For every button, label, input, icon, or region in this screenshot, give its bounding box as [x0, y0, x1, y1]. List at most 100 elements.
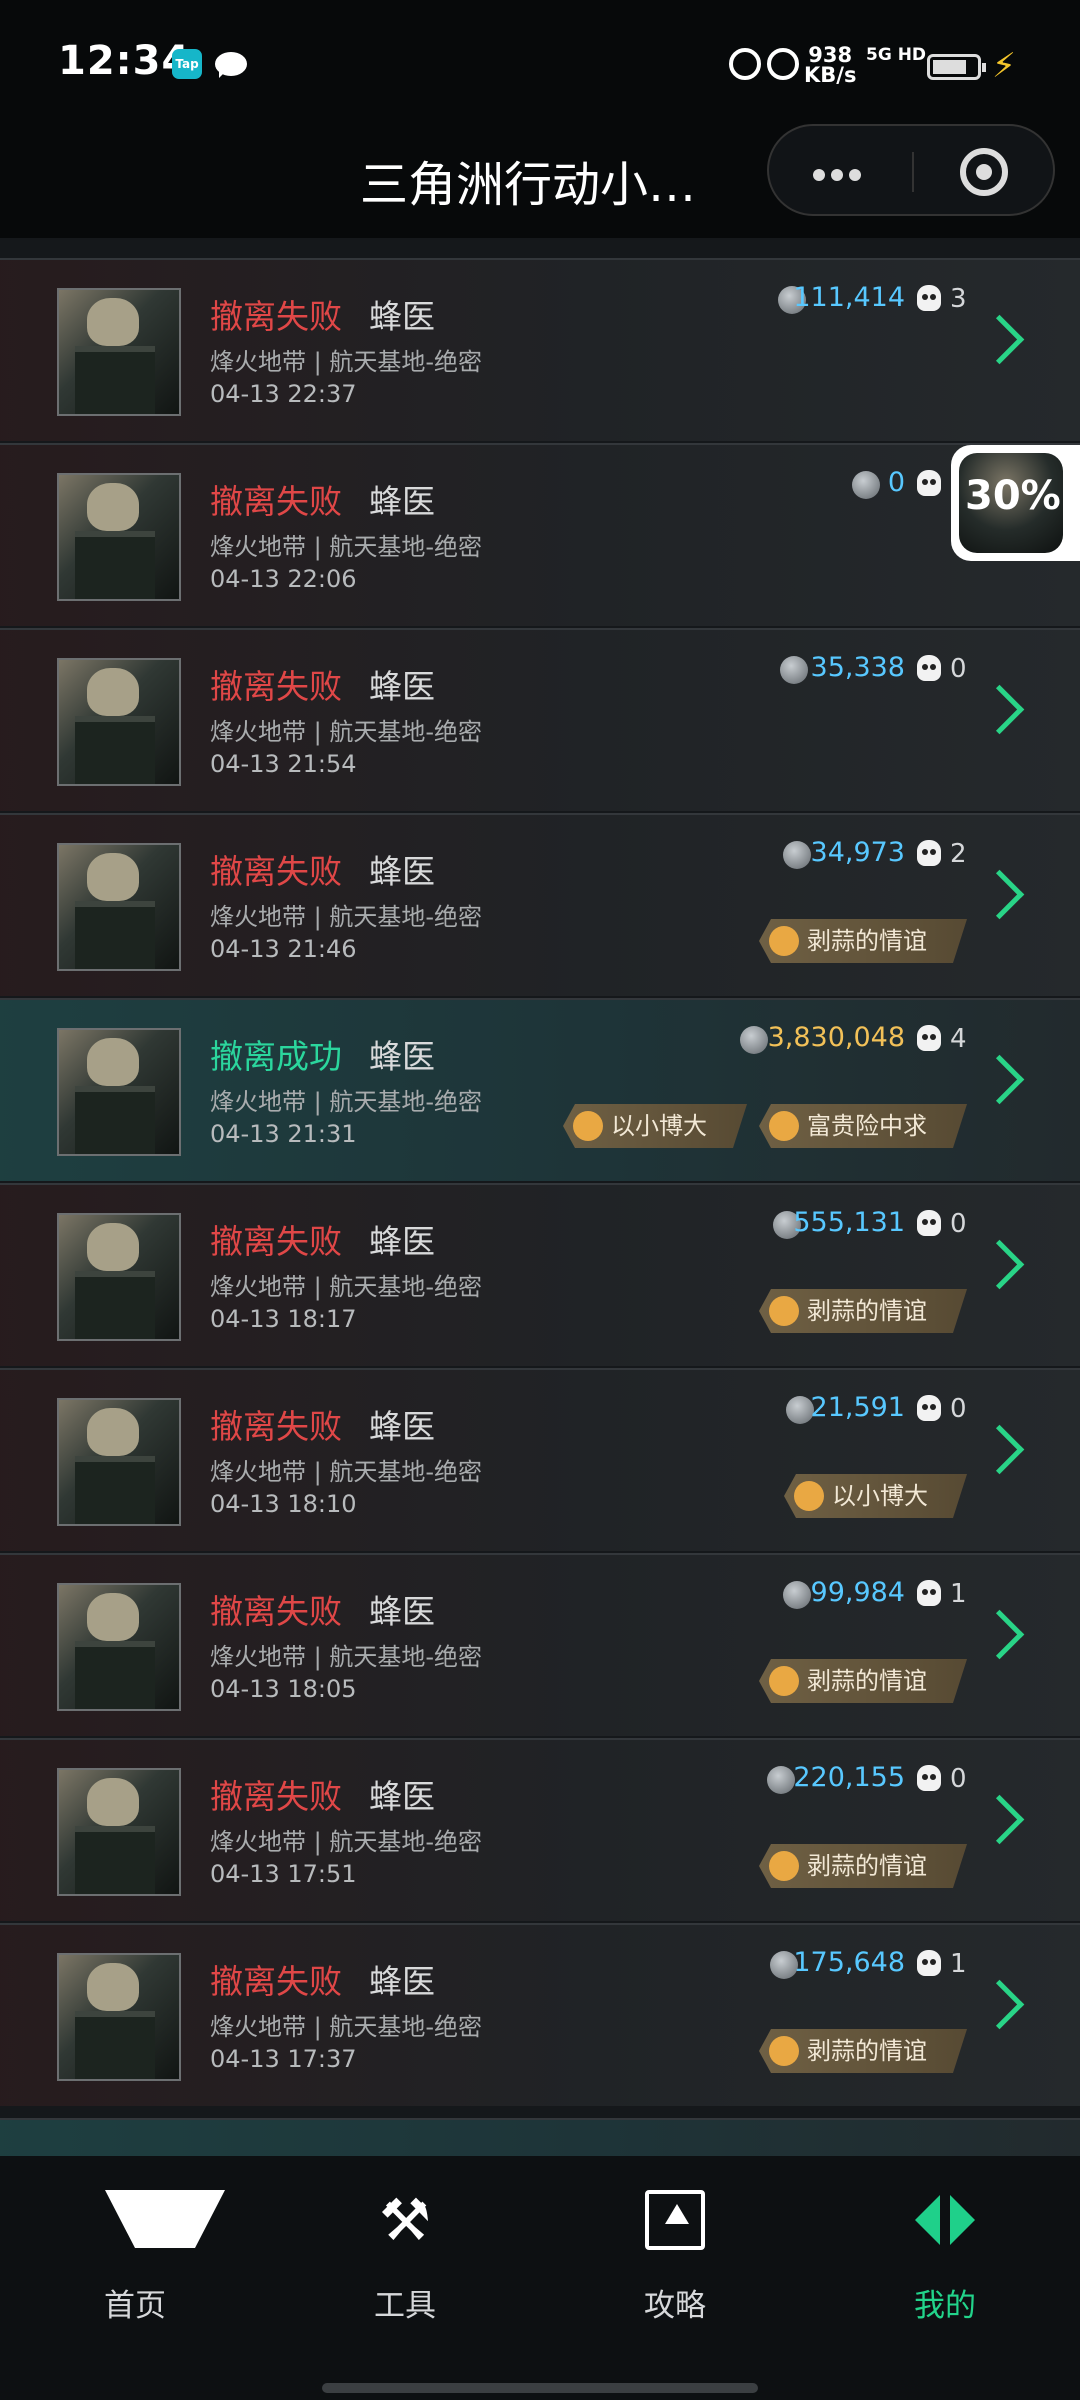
match-history-list[interactable]: 撤离失败 蜂医 烽火地带 | 航天基地-绝密 04-13 22:37 111,4…	[0, 238, 1080, 2156]
match-record[interactable]: 撤离失败 蜂医 烽火地带 | 航天基地-绝密 04-13 21:54 35,33…	[0, 628, 1080, 811]
match-result: 撤离失败	[210, 1407, 342, 1446]
match-time: 04-13 17:51	[210, 1860, 357, 1888]
achievement-tag: 剥蒜的情谊	[759, 919, 967, 963]
kill-count-icon	[917, 655, 941, 681]
achievement-tag: 剥蒜的情谊	[759, 1659, 967, 1703]
map-info: 烽火地带 | 航天基地-绝密	[210, 533, 483, 561]
match-record[interactable]: 撤离成功 蜂医 烽火地带 | 航天基地-绝密 04-13 21:31 3,830…	[0, 998, 1080, 1181]
mini-program-capsule[interactable]	[767, 124, 1055, 216]
loot-value: 3,830,048	[767, 1022, 905, 1053]
match-record[interactable]: 撤离失败 蜂医 烽火地带 | 航天基地-绝密 04-13 17:37 175,6…	[0, 1923, 1080, 2106]
achievement-tag: 以小博大	[784, 1474, 967, 1518]
operator-name: 蜂医	[369, 1222, 435, 1261]
match-record[interactable]: 撤离失败 蜂医 烽火地带 | 航天基地-绝密 04-13 18:17 555,1…	[0, 1183, 1080, 1366]
battery-icon	[927, 54, 986, 80]
tab-home[interactable]: 首页	[55, 2190, 225, 2324]
network-speed: 938 KB/s	[804, 43, 857, 87]
map-info: 烽火地带 | 航天基地-绝密	[210, 1088, 483, 1116]
map-info: 烽火地带 | 航天基地-绝密	[210, 348, 483, 376]
charging-icon: ⚡	[992, 46, 1016, 86]
operator-avatar	[57, 1213, 181, 1341]
signal-strength: 5G HD	[866, 45, 927, 65]
match-time: 04-13 22:06	[210, 565, 357, 593]
loot-value: 99,984	[810, 1577, 905, 1608]
match-time: 04-13 21:54	[210, 750, 357, 778]
more-options-icon[interactable]	[813, 166, 867, 185]
match-record[interactable]: 撤离失败 蜂医 烽火地带 | 航天基地-绝密 04-13 18:10 21,59…	[0, 1368, 1080, 1551]
kill-count: 2	[950, 839, 967, 869]
operator-avatar	[57, 843, 181, 971]
loot-value: 21,591	[810, 1392, 905, 1423]
loot-value: 555,131	[793, 1207, 905, 1238]
chevron-right-icon[interactable]	[974, 1794, 1025, 1845]
operator-avatar	[57, 473, 181, 601]
chevron-right-icon[interactable]	[974, 1054, 1025, 1105]
operator-name: 蜂医	[369, 297, 435, 336]
match-time: 04-13 21:46	[210, 935, 357, 963]
achievement-label: 以小博大	[611, 1112, 707, 1140]
kill-count: 0	[950, 1394, 967, 1424]
match-result: 撤离成功	[210, 1037, 342, 1076]
match-result: 撤离失败	[210, 482, 342, 521]
chevron-right-icon[interactable]	[974, 1239, 1025, 1290]
map-info: 烽火地带 | 航天基地-绝密	[210, 718, 483, 746]
achievement-badge-icon	[763, 1660, 805, 1702]
achievement-label: 剥蒜的情谊	[807, 2037, 927, 2065]
muted-icon	[767, 48, 799, 80]
tab-tools[interactable]: ⚒ 工具	[325, 2190, 485, 2324]
status-bar: 12:34 Tap 938 KB/s 5G HD ⚡	[0, 0, 1080, 120]
tab-mine[interactable]: 我的	[865, 2190, 1025, 2324]
achievement-tag: 剥蒜的情谊	[759, 1289, 967, 1333]
page-title: 三角洲行动小…	[360, 157, 697, 213]
operator-name: 蜂医	[369, 667, 435, 706]
map-info: 烽火地带 | 航天基地-绝密	[210, 1273, 483, 1301]
match-time: 04-13 18:05	[210, 1675, 357, 1703]
clock: 12:34	[58, 38, 191, 84]
chevron-right-icon[interactable]	[974, 1424, 1025, 1475]
close-mini-program-icon[interactable]	[960, 148, 1008, 196]
achievement-tag: 以小博大	[563, 1104, 747, 1148]
kill-count-icon	[917, 1395, 941, 1421]
match-result: 撤离失败	[210, 1222, 342, 1261]
floating-progress-widget[interactable]: 30%	[951, 445, 1080, 561]
match-record[interactable]: 撤离失败 蜂医 烽火地带 | 航天基地-绝密 04-13 22:06 0	[0, 443, 1080, 626]
loot-value: 175,648	[793, 1947, 905, 1978]
chevron-right-icon[interactable]	[974, 684, 1025, 735]
chevron-right-icon[interactable]	[974, 1609, 1025, 1660]
kill-count-icon	[917, 1950, 941, 1976]
match-time: 04-13 22:37	[210, 380, 357, 408]
kill-count: 1	[950, 1579, 967, 1609]
match-time: 04-13 18:10	[210, 1490, 357, 1518]
chevron-right-icon[interactable]	[974, 1979, 1025, 2030]
kill-count-icon	[917, 470, 941, 496]
achievement-badge-icon	[763, 1105, 805, 1147]
match-record[interactable]: 撤离失败 蜂医 烽火地带 | 航天基地-绝密 04-13 17:51 220,1…	[0, 1738, 1080, 1921]
achievement-label: 以小博大	[832, 1482, 928, 1510]
achievement-badge-icon	[567, 1105, 609, 1147]
match-result: 撤离失败	[210, 1777, 342, 1816]
operator-name: 蜂医	[369, 482, 435, 521]
achievement-badge-icon	[763, 920, 805, 962]
achievement-label: 剥蒜的情谊	[807, 927, 927, 955]
tab-guide[interactable]: 攻略	[595, 2190, 755, 2324]
achievement-badge-icon	[788, 1475, 830, 1517]
match-result: 撤离失败	[210, 1962, 342, 2001]
partial-match-record[interactable]	[0, 2118, 1080, 2156]
operator-avatar	[57, 658, 181, 786]
tab-tools-label: 工具	[374, 2288, 436, 2324]
loot-value: 111,414	[793, 282, 905, 313]
tab-home-label: 首页	[104, 2288, 166, 2324]
match-record[interactable]: 撤离失败 蜂医 烽火地带 | 航天基地-绝密 04-13 22:37 111,4…	[0, 258, 1080, 441]
operator-avatar	[57, 1028, 181, 1156]
match-record[interactable]: 撤离失败 蜂医 烽火地带 | 航天基地-绝密 04-13 21:46 34,97…	[0, 813, 1080, 996]
chevron-right-icon[interactable]	[974, 314, 1025, 365]
match-record[interactable]: 撤离失败 蜂医 烽火地带 | 航天基地-绝密 04-13 18:05 99,98…	[0, 1553, 1080, 1736]
operator-avatar	[57, 1768, 181, 1896]
alarm-icon	[729, 48, 761, 80]
kill-count-icon	[917, 840, 941, 866]
operator-avatar	[57, 1583, 181, 1711]
chevron-right-icon[interactable]	[974, 869, 1025, 920]
profile-icon	[915, 2190, 975, 2250]
achievement-badge-icon	[763, 2030, 805, 2072]
kill-count-icon	[917, 285, 941, 311]
